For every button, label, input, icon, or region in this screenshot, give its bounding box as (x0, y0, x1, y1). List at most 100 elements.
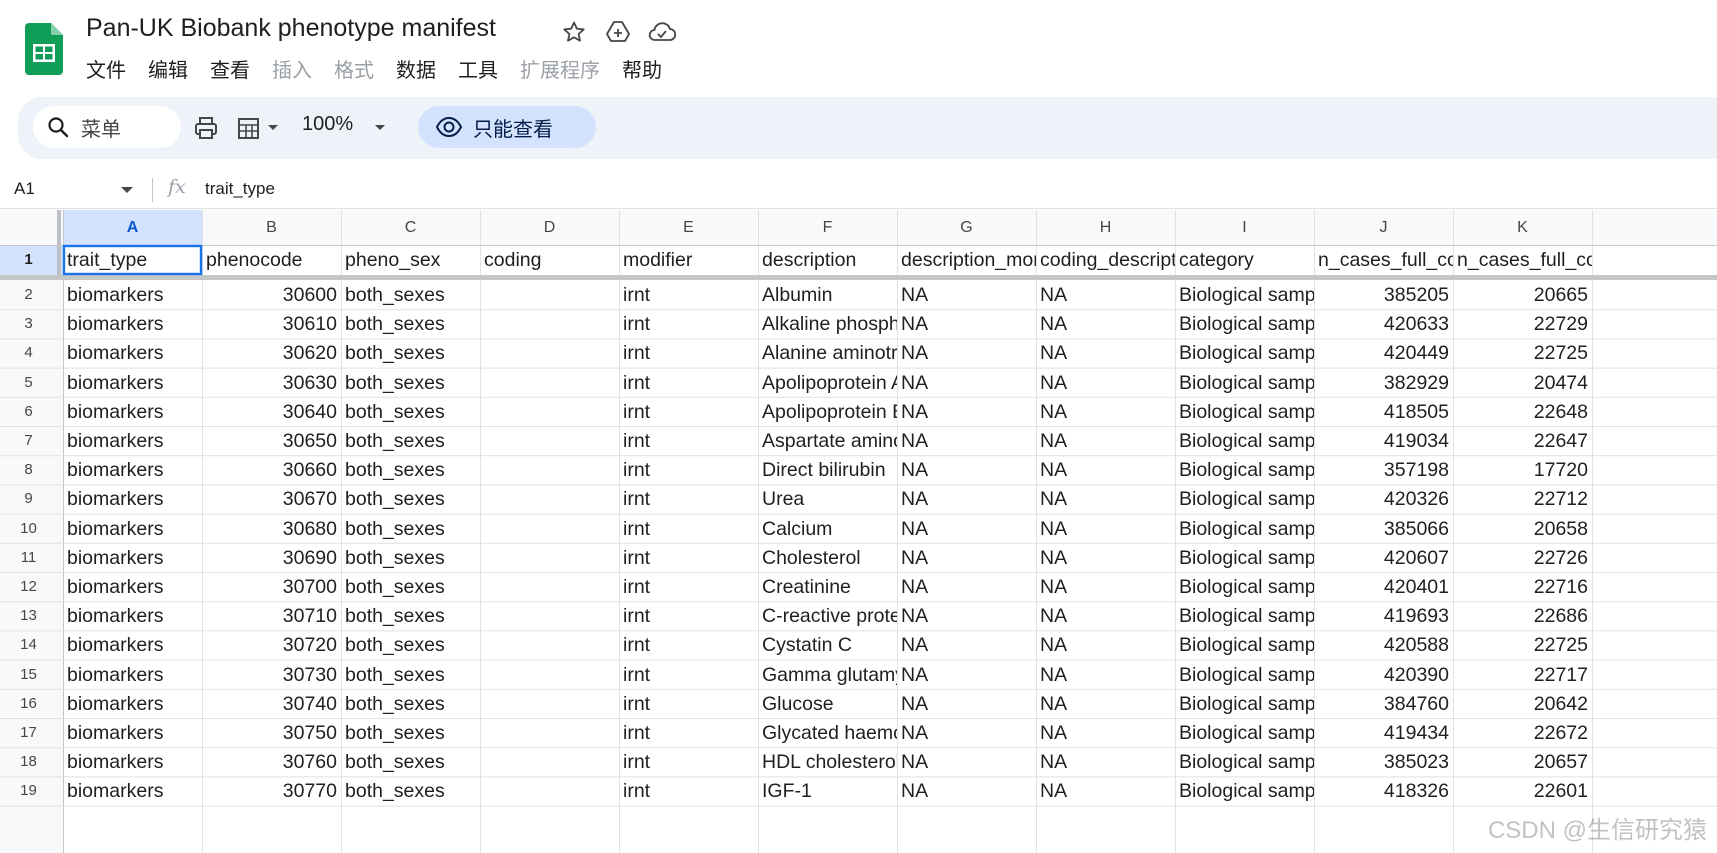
row-header[interactable]: 12 (0, 572, 57, 601)
table-cell[interactable]: Aspartate aminotransferase (758, 426, 897, 455)
column-header[interactable]: D (480, 210, 619, 245)
table-cell[interactable] (480, 601, 619, 630)
table-cell[interactable]: Biological samples (1175, 397, 1314, 426)
table-cell[interactable]: biomarkers (63, 426, 202, 455)
table-cell[interactable]: NA (897, 660, 1036, 689)
column-header[interactable]: H (1036, 210, 1175, 245)
table-cell[interactable]: NA (1036, 543, 1175, 572)
header-cell[interactable]: modifier (619, 245, 758, 275)
table-cell[interactable]: Biological samples (1175, 338, 1314, 367)
table-cell[interactable] (480, 338, 619, 367)
table-cell[interactable]: both_sexes (341, 689, 480, 718)
table-cell[interactable]: 22712 (1453, 484, 1592, 513)
menu-item[interactable]: 编辑 (148, 54, 188, 83)
table-cell[interactable]: 30760 (202, 747, 341, 776)
format-dropdown-button[interactable] (236, 112, 280, 144)
column-header[interactable]: B (202, 210, 341, 245)
table-cell[interactable] (480, 660, 619, 689)
table-cell[interactable]: irnt (619, 514, 758, 543)
table-cell[interactable]: 30640 (202, 397, 341, 426)
table-cell[interactable]: both_sexes (341, 747, 480, 776)
table-cell[interactable]: NA (897, 630, 1036, 659)
table-cell[interactable]: biomarkers (63, 280, 202, 309)
menu-item[interactable]: 查看 (210, 54, 250, 83)
table-cell[interactable]: both_sexes (341, 426, 480, 455)
table-cell[interactable]: Biological samples (1175, 630, 1314, 659)
table-cell[interactable]: both_sexes (341, 397, 480, 426)
table-cell[interactable]: irnt (619, 484, 758, 513)
table-cell[interactable]: irnt (619, 338, 758, 367)
table-cell[interactable] (480, 689, 619, 718)
table-cell[interactable]: irnt (619, 280, 758, 309)
table-cell[interactable]: 357198 (1314, 455, 1453, 484)
row-header[interactable]: 8 (0, 455, 57, 484)
table-cell[interactable]: 20642 (1453, 689, 1592, 718)
table-cell[interactable]: 20657 (1453, 747, 1592, 776)
table-cell[interactable]: Biological samples (1175, 747, 1314, 776)
table-cell[interactable] (480, 397, 619, 426)
table-cell[interactable]: NA (897, 514, 1036, 543)
table-cell[interactable]: biomarkers (63, 718, 202, 747)
table-cell[interactable]: 22729 (1453, 309, 1592, 338)
table-cell[interactable]: 385023 (1314, 747, 1453, 776)
table-cell[interactable]: NA (1036, 309, 1175, 338)
row-header[interactable]: 1 (0, 245, 57, 275)
table-cell[interactable]: Cystatin C (758, 630, 897, 659)
table-cell[interactable]: NA (897, 689, 1036, 718)
row-header[interactable]: 14 (0, 630, 57, 659)
table-cell[interactable]: 30770 (202, 776, 341, 805)
table-cell[interactable]: 20665 (1453, 280, 1592, 309)
table-cell[interactable]: Apolipoprotein B (758, 397, 897, 426)
table-cell[interactable]: Cholesterol (758, 543, 897, 572)
table-cell[interactable]: NA (897, 368, 1036, 397)
table-cell[interactable]: 30600 (202, 280, 341, 309)
table-cell[interactable]: Creatinine (758, 572, 897, 601)
table-cell[interactable]: Biological samples (1175, 543, 1314, 572)
table-cell[interactable]: 22686 (1453, 601, 1592, 630)
table-cell[interactable]: irnt (619, 660, 758, 689)
table-cell[interactable]: 22726 (1453, 543, 1592, 572)
zoom-level[interactable]: 100% (302, 113, 353, 136)
table-cell[interactable]: biomarkers (63, 368, 202, 397)
table-cell[interactable]: Biological samples (1175, 484, 1314, 513)
table-cell[interactable]: 30680 (202, 514, 341, 543)
table-cell[interactable]: biomarkers (63, 630, 202, 659)
table-cell[interactable]: NA (1036, 572, 1175, 601)
table-cell[interactable]: 30720 (202, 630, 341, 659)
table-cell[interactable]: NA (897, 572, 1036, 601)
menu-item[interactable]: 帮助 (622, 54, 662, 83)
table-cell[interactable]: both_sexes (341, 514, 480, 543)
table-cell[interactable]: Biological samples (1175, 455, 1314, 484)
table-cell[interactable]: Albumin (758, 280, 897, 309)
table-cell[interactable]: 22725 (1453, 630, 1592, 659)
table-cell[interactable]: irnt (619, 747, 758, 776)
table-cell[interactable]: NA (897, 455, 1036, 484)
table-cell[interactable]: 22648 (1453, 397, 1592, 426)
table-cell[interactable]: 419034 (1314, 426, 1453, 455)
table-cell[interactable]: 22717 (1453, 660, 1592, 689)
table-cell[interactable]: 30620 (202, 338, 341, 367)
table-cell[interactable] (480, 776, 619, 805)
table-cell[interactable] (480, 514, 619, 543)
header-cell[interactable]: coding (480, 245, 619, 275)
table-cell[interactable]: 30610 (202, 309, 341, 338)
table-cell[interactable] (480, 309, 619, 338)
table-cell[interactable]: biomarkers (63, 689, 202, 718)
table-cell[interactable]: NA (1036, 368, 1175, 397)
table-cell[interactable]: NA (1036, 484, 1175, 513)
table-cell[interactable]: irnt (619, 397, 758, 426)
table-cell[interactable]: NA (897, 426, 1036, 455)
star-icon[interactable] (558, 16, 590, 48)
table-cell[interactable]: biomarkers (63, 660, 202, 689)
table-cell[interactable]: Calcium (758, 514, 897, 543)
table-cell[interactable]: Alanine aminotransferase (758, 338, 897, 367)
table-cell[interactable]: NA (1036, 776, 1175, 805)
table-cell[interactable]: Biological samples (1175, 718, 1314, 747)
row-header[interactable]: 6 (0, 397, 57, 426)
table-cell[interactable] (480, 572, 619, 601)
table-cell[interactable]: 385066 (1314, 514, 1453, 543)
column-header[interactable]: E (619, 210, 758, 245)
table-cell[interactable]: 420607 (1314, 543, 1453, 572)
table-cell[interactable]: irnt (619, 426, 758, 455)
table-cell[interactable]: Glucose (758, 689, 897, 718)
